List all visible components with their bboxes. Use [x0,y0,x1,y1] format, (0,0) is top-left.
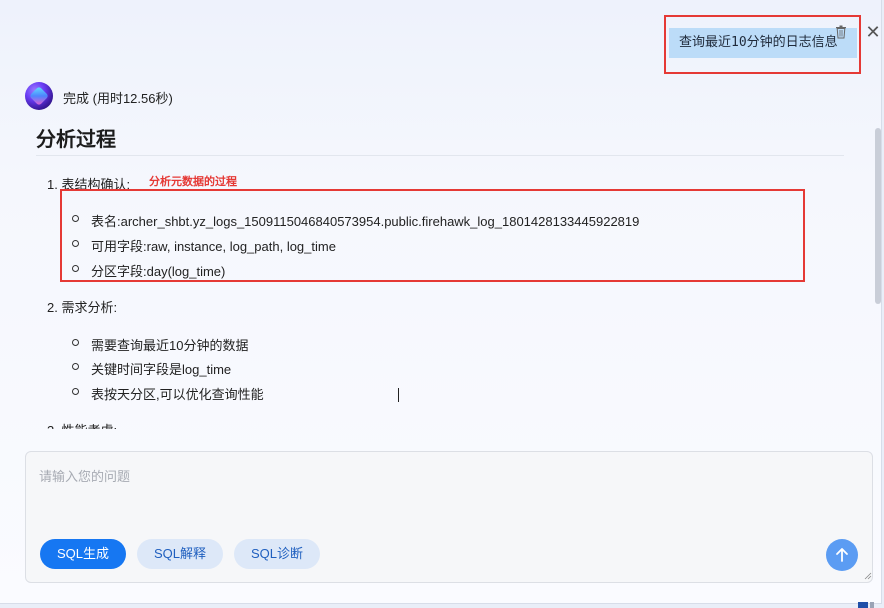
list-bullet [72,363,79,370]
chat-panel: 查询最近10分钟的日志信息 ✕ 完成 (用时12.56秒) 分析过程 1. 表结… [0,0,882,604]
response-content: 分析过程 1. 表结构确认: 分析元数据的过程 表名:archer_shbt.y… [26,115,856,429]
step-3-label: 3. 性能考虑: [47,420,117,429]
scrollbar-thumb[interactable] [875,128,881,304]
list-item: 关键时间字段是log_time [91,362,232,377]
list-item: 表名:archer_shbt.yz_logs_15091150468405739… [91,214,640,229]
list-item: 可用字段:raw, instance, log_path, log_time [91,239,336,254]
list-bullet [72,388,79,395]
list-item: 表按天分区,可以优化查询性能 [91,387,264,402]
sql-diagnose-button[interactable]: SQL诊断 [234,539,320,569]
assistant-logo-icon [25,82,53,110]
list-bullet [72,339,79,346]
list-bullet [72,215,79,222]
list-bullet [72,240,79,247]
highlight-box-user-message [664,15,861,74]
response-status: 完成 (用时12.56秒) [63,91,173,106]
question-input-box: SQL生成 SQL解释 SQL诊断 [25,451,873,583]
corner-fragment [858,602,874,608]
sql-generate-button[interactable]: SQL生成 [40,539,126,569]
send-button[interactable] [826,539,858,571]
section-title: 分析过程 [36,129,116,151]
list-bullet [72,265,79,272]
trash-icon[interactable] [835,25,847,39]
list-item: 分区字段:day(log_time) [91,264,226,279]
resize-handle-icon[interactable] [864,572,872,580]
list-item: 需要查询最近10分钟的数据 [91,338,249,353]
annotation-label: 分析元数据的过程 [149,176,237,188]
text-cursor [398,388,399,402]
close-icon[interactable]: ✕ [864,22,882,42]
step-2-label: 2. 需求分析: [47,300,118,315]
arrow-up-icon [836,548,848,562]
question-input[interactable] [37,464,861,528]
sql-explain-button[interactable]: SQL解释 [137,539,223,569]
title-divider [36,155,844,156]
